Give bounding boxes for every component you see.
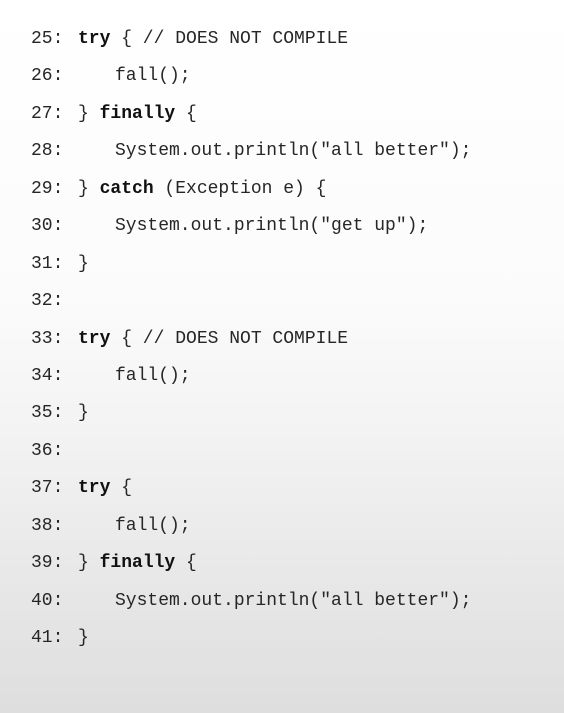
line-number: 41:: [31, 628, 64, 648]
code-text: fall();: [115, 66, 191, 87]
code-line: 38: fall();: [31, 514, 551, 551]
code-suffix: { // DOES NOT COMPILE: [110, 328, 349, 349]
code-prefix: }: [78, 178, 100, 199]
code-line: 31:}: [31, 252, 551, 289]
code-line: 30: System.out.println("get up");: [31, 214, 551, 251]
code-line: 39:} finally {: [31, 551, 551, 588]
code-line: 29:} catch (Exception e) {: [31, 177, 551, 214]
code-line: 36:: [31, 439, 551, 476]
code-text: System.out.println("get up");: [115, 216, 429, 237]
code-text: fall();: [115, 365, 191, 386]
code-line: 33: try { // DOES NOT COMPILE: [31, 327, 551, 364]
code-line: 26: fall();: [31, 64, 551, 101]
line-number: 34:: [31, 365, 64, 386]
keyword: try: [78, 328, 111, 349]
line-number: 39:: [31, 553, 64, 574]
code-page: { "code": { "lines": [ {"no": "25:", "pr…: [0, 0, 564, 713]
code-text: System.out.println("all better");: [115, 141, 472, 162]
code-prefix: }: [78, 103, 100, 124]
keyword: finally: [99, 553, 176, 574]
code-line: 32:: [31, 289, 551, 326]
line-number: 25:: [31, 29, 64, 49]
line-number: 27:: [31, 103, 64, 124]
line-number: 28:: [31, 141, 64, 162]
line-number: 30:: [31, 216, 64, 237]
code-suffix: {: [110, 478, 133, 499]
code-line: 41:}: [31, 626, 551, 663]
code-suffix: {: [175, 103, 197, 124]
code-line: 34: fall();: [31, 364, 551, 401]
code-line: 28: System.out.println("all better");: [31, 139, 551, 176]
line-number: 37:: [31, 478, 64, 499]
keyword: try: [78, 478, 111, 499]
code-text: fall();: [115, 515, 191, 536]
code-prefix: }: [78, 553, 100, 574]
line-number: 29:: [31, 178, 64, 199]
code-line: 35:}: [31, 401, 551, 438]
code-prefix: }: [78, 628, 89, 648]
keyword: catch: [99, 178, 154, 199]
code-suffix: {: [175, 553, 197, 574]
code-listing: 25: try { // DOES NOT COMPILE 26: fall(); …: [31, 27, 551, 663]
code-line: 37: try {: [31, 476, 551, 513]
line-number: 36:: [31, 440, 64, 461]
code-suffix: { // DOES NOT COMPILE: [110, 29, 349, 49]
code-prefix: }: [78, 403, 89, 424]
line-number: 35:: [31, 403, 64, 424]
line-number: 31:: [31, 253, 64, 274]
code-suffix: (Exception e) {: [153, 178, 327, 199]
code-line: 25: try { // DOES NOT COMPILE: [31, 27, 551, 64]
line-number: 32:: [31, 291, 64, 312]
code-line: 27:} finally {: [31, 102, 551, 139]
code-text: System.out.println("all better");: [115, 590, 472, 611]
keyword: try: [78, 29, 111, 49]
code-prefix: }: [78, 253, 89, 274]
keyword: finally: [99, 103, 176, 124]
code-line: 40: System.out.println("all better");: [31, 589, 551, 626]
line-number: 40:: [31, 590, 64, 611]
line-number: 26:: [31, 66, 64, 87]
line-number: 33:: [31, 328, 64, 349]
line-number: 38:: [31, 515, 64, 536]
